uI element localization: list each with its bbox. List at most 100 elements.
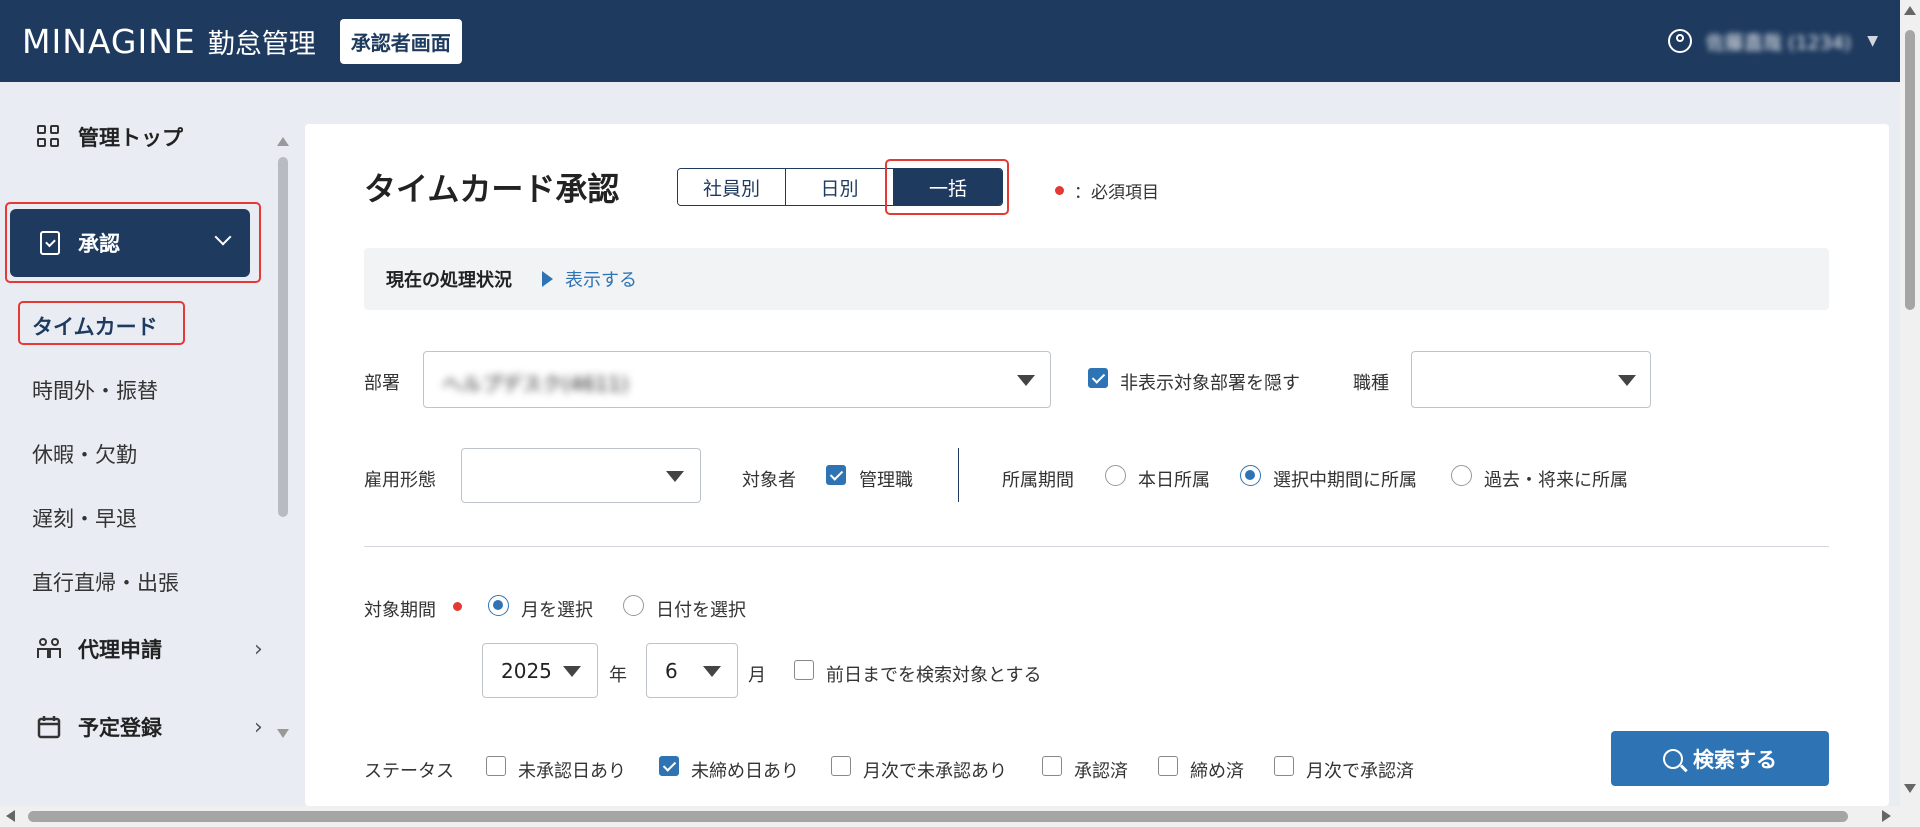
status-checkbox-approved[interactable]	[1042, 756, 1062, 776]
status-option-label: 未締め日あり	[691, 761, 799, 782]
period-radio-date[interactable]	[623, 595, 644, 616]
status-option-label: 未承認日あり	[518, 761, 626, 782]
affiliation-radio-past-future[interactable]	[1451, 465, 1472, 486]
year-select[interactable]: 2025	[482, 643, 598, 698]
scroll-down-arrow-icon[interactable]	[277, 729, 289, 738]
caret-down-icon	[666, 471, 684, 482]
month-unit: 月	[748, 665, 766, 686]
year-value: 2025	[501, 659, 552, 683]
affiliation-radio-today[interactable]	[1105, 465, 1126, 486]
until-yesterday-label: 前日までを検索対象とする	[826, 665, 1042, 686]
user-menu[interactable]: 佐藤直哉 (1234) ▼	[1668, 0, 1878, 82]
sidebar-subitem-direct[interactable]: 直行直帰・出張	[32, 567, 179, 597]
page-scroll-thumb[interactable]	[1905, 30, 1915, 310]
search-icon	[1663, 748, 1683, 769]
manager-label: 管理職	[859, 470, 913, 491]
sidebar-subitem-overtime[interactable]: 時間外・振替	[32, 375, 158, 405]
status-option-label: 締め済	[1190, 761, 1244, 782]
hide-department-label: 非表示対象部署を隠す	[1120, 373, 1300, 394]
page-hscroll-thumb[interactable]	[28, 811, 1848, 822]
department-label: 部署	[364, 373, 400, 394]
page-title: タイムカード承認	[364, 170, 620, 208]
employment-label: 雇用形態	[364, 470, 436, 491]
sidebar-item-proxy[interactable]: 代理申請 ›	[36, 634, 263, 664]
required-dot-icon	[453, 602, 462, 611]
section-divider	[364, 546, 1829, 547]
status-option-label: 承認済	[1074, 761, 1128, 782]
until-yesterday-checkbox[interactable]	[794, 660, 814, 680]
required-dot-icon	[1055, 186, 1064, 195]
user-name: 佐藤直哉 (1234)	[1706, 31, 1852, 54]
affiliation-option-label: 選択中期間に所属	[1273, 470, 1417, 491]
department-select[interactable]: ヘルプデスク(4611)	[423, 351, 1051, 408]
app-logo[interactable]: MINAGINE	[22, 22, 196, 61]
caret-down-icon	[703, 666, 721, 677]
period-option-label: 日付を選択	[656, 600, 746, 621]
sidebar-scroll-thumb[interactable]	[278, 157, 288, 517]
caret-down-icon	[563, 666, 581, 677]
sidebar-item-label: 代理申請	[78, 638, 162, 662]
affiliation-radio-selected-period[interactable]	[1240, 465, 1261, 486]
page-vertical-scrollbar[interactable]	[1900, 0, 1920, 827]
scroll-left-arrow-icon[interactable]	[6, 810, 15, 822]
show-status-toggle[interactable]: 表示する	[542, 266, 637, 292]
triangle-right-icon	[542, 271, 553, 287]
divider	[958, 448, 959, 502]
period-radio-month[interactable]	[488, 595, 509, 616]
role-badge: 承認者画面	[339, 18, 462, 64]
hide-department-checkbox[interactable]	[1088, 368, 1108, 388]
sidebar: 管理トップ 承認 タイムカード 時間外・振替 休暇・欠勤 遅刻・早退 直行直帰・…	[0, 82, 296, 806]
app-name: 勤怠管理	[207, 28, 316, 60]
job-select[interactable]	[1411, 351, 1651, 408]
scroll-down-arrow-icon[interactable]	[1904, 784, 1916, 793]
period-option-label: 月を選択	[521, 600, 593, 621]
chevron-down-icon: ▼	[1867, 33, 1878, 49]
sidebar-subitem-late[interactable]: 遅刻・早退	[32, 503, 137, 533]
people-icon	[36, 636, 62, 662]
status-option-label: 月次で未承認あり	[863, 761, 1007, 782]
sidebar-item-label: 管理トップ	[78, 126, 183, 150]
required-note: ：必須項目	[1055, 178, 1159, 203]
affiliation-label: 所属期間	[1002, 470, 1074, 491]
sidebar-item-admin-top[interactable]: 管理トップ	[36, 122, 183, 152]
sidebar-item-schedule[interactable]: 予定登録 ›	[36, 712, 263, 742]
sidebar-subitem-leave[interactable]: 休暇・欠勤	[32, 439, 137, 469]
period-label: 対象期間	[364, 600, 436, 621]
status-checkbox-unclosed[interactable]	[659, 756, 679, 776]
scroll-up-arrow-icon[interactable]	[277, 137, 289, 146]
chevron-right-icon: ›	[254, 636, 263, 662]
manager-checkbox[interactable]	[826, 465, 846, 485]
tab-by-employee[interactable]: 社員別	[678, 169, 786, 205]
target-label: 対象者	[742, 470, 796, 491]
highlight-box	[18, 301, 185, 345]
scroll-right-arrow-icon[interactable]	[1882, 810, 1891, 822]
status-checkbox-monthly-approved[interactable]	[1274, 756, 1294, 776]
highlight-box	[5, 202, 261, 283]
year-unit: 年	[609, 665, 627, 686]
app-header: MINAGINE 勤怠管理 承認者画面 佐藤直哉 (1234) ▼	[0, 0, 1900, 82]
affiliation-option-label: 本日所属	[1138, 470, 1210, 491]
status-checkbox-closed[interactable]	[1158, 756, 1178, 776]
main-panel: タイムカード承認 社員別 日別 一括 ：必須項目 現在の処理状況 表示する 部署…	[305, 124, 1889, 806]
calendar-icon	[36, 714, 62, 740]
status-option-label: 月次で承認済	[1306, 761, 1414, 782]
status-bar-label: 現在の処理状況	[386, 270, 512, 291]
chevron-right-icon: ›	[254, 714, 263, 740]
status-checkbox-unapproved[interactable]	[486, 756, 506, 776]
tab-by-day[interactable]: 日別	[786, 169, 894, 205]
user-icon	[1668, 29, 1692, 53]
job-label: 職種	[1353, 373, 1389, 394]
caret-down-icon	[1618, 375, 1636, 386]
month-select[interactable]: 6	[646, 643, 738, 698]
caret-down-icon	[1017, 375, 1035, 386]
department-value: ヘルプデスク(4611)	[442, 372, 629, 396]
scroll-up-arrow-icon[interactable]	[1904, 6, 1916, 15]
search-button[interactable]: 検索する	[1611, 731, 1829, 786]
sidebar-scrollbar[interactable]	[276, 137, 290, 738]
page-horizontal-scrollbar[interactable]	[0, 806, 1900, 827]
status-label: ステータス	[364, 761, 454, 782]
processing-status-bar: 現在の処理状況 表示する	[364, 248, 1829, 310]
employment-select[interactable]	[461, 448, 701, 503]
status-checkbox-monthly-unapproved[interactable]	[831, 756, 851, 776]
month-value: 6	[665, 659, 678, 683]
